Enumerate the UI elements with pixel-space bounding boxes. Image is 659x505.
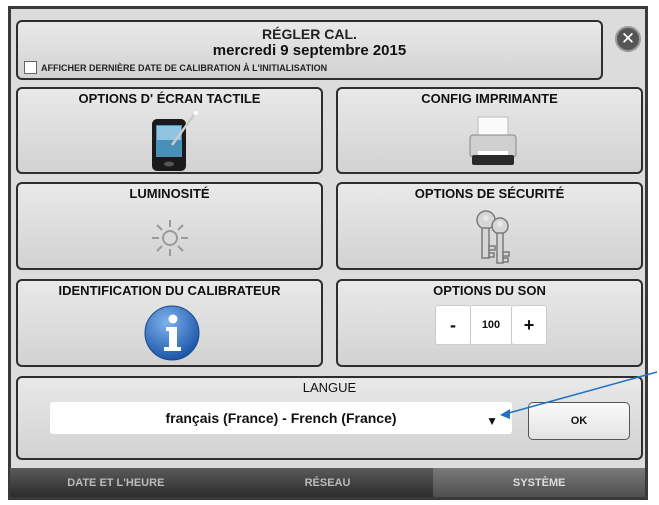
tab-network[interactable]: RÉSEAU [222, 468, 434, 497]
bottom-tab-bar: DATE ET L'HEURE RÉSEAU SYSTÈME [10, 468, 646, 497]
annotation-arrow [500, 371, 658, 419]
tab-system[interactable]: SYSTÈME [433, 468, 646, 497]
tab-date-time[interactable]: DATE ET L'HEURE [10, 468, 222, 497]
